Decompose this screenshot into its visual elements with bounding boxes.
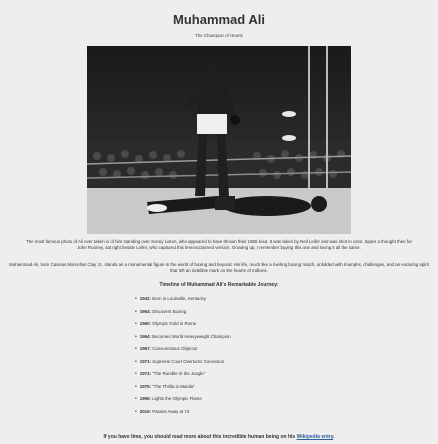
- timeline-year: 1954:: [139, 308, 151, 314]
- timeline-year: 1974:: [139, 371, 151, 376]
- timeline-year: 1975:: [139, 383, 151, 389]
- timeline-year: 1971:: [139, 358, 151, 364]
- timeline-event: Supreme Court Overturns Conviction: [152, 358, 225, 364]
- timeline-event: "The Thrilla in Manila": [152, 383, 195, 389]
- timeline-event: "The Rumble in the Jungle": [152, 371, 206, 376]
- ali-liston-photo: [87, 46, 351, 234]
- photo-caption: The most famous photo of Ali ever taken …: [26, 239, 412, 250]
- page-subtitle: The Champion of Hearts: [195, 33, 243, 38]
- timeline-list: 1942: Born in Louisville, Kentucky 1954:…: [0, 296, 438, 421]
- wikipedia-link[interactable]: Wikipedia entry: [297, 434, 334, 440]
- footer-period: .: [333, 434, 335, 440]
- timeline-heading: Timeline of Muhammad Ali's Remarkable Jo…: [159, 282, 279, 288]
- timeline-item: 1996: Lights the Olympic Flame: [135, 396, 438, 409]
- timeline-item: 1942: Born in Louisville, Kentucky: [135, 296, 438, 309]
- timeline-year: 2016:: [139, 408, 151, 414]
- timeline-year: 1942:: [139, 296, 151, 301]
- boxing-photo-illustration: [87, 46, 351, 234]
- timeline-event: Olympic Gold in Rome: [152, 321, 197, 326]
- timeline-item: 1967: Conscientious Objector: [135, 346, 438, 359]
- timeline-item: 2016: Passes Away at 74: [135, 409, 438, 422]
- timeline-item: 1960: Olympic Gold in Rome: [135, 321, 438, 334]
- timeline-item: 1975: "The Thrilla in Manila": [135, 384, 438, 397]
- timeline-event: Passes Away at 74: [152, 408, 190, 414]
- footer-note: If you have time, you should read more a…: [0, 434, 438, 440]
- timeline-year: 1967:: [139, 346, 151, 351]
- timeline-event: Conscientious Objector: [152, 346, 198, 351]
- timeline-event: Becomes World Heavyweight Champion: [152, 333, 231, 339]
- timeline-event: Lights the Olympic Flame: [152, 396, 202, 401]
- timeline-year: 1996:: [139, 396, 151, 401]
- timeline-event: Born in Louisville, Kentucky: [152, 296, 206, 301]
- timeline-item: 1964: Becomes World Heavyweight Champion: [135, 334, 438, 347]
- photo-container: [0, 46, 438, 234]
- timeline-item: 1971: Supreme Court Overturns Conviction: [135, 359, 438, 372]
- timeline-item: 1974: "The Rumble in the Jungle": [135, 371, 438, 384]
- timeline-event: Discovers Boxing: [152, 308, 187, 314]
- timeline-year: 1960:: [139, 321, 151, 326]
- timeline-item: 1954: Discovers Boxing: [135, 309, 438, 322]
- tribute-page: Muhammad Ali The Champion of Hearts The …: [0, 0, 438, 444]
- footer-text: If you have time, you should read more a…: [103, 434, 297, 440]
- page-title: Muhammad Ali: [173, 12, 265, 27]
- timeline-year: 1964:: [139, 333, 151, 339]
- intro-paragraph: Muhammad Ali, born Cassius Marcellus Cla…: [9, 262, 429, 273]
